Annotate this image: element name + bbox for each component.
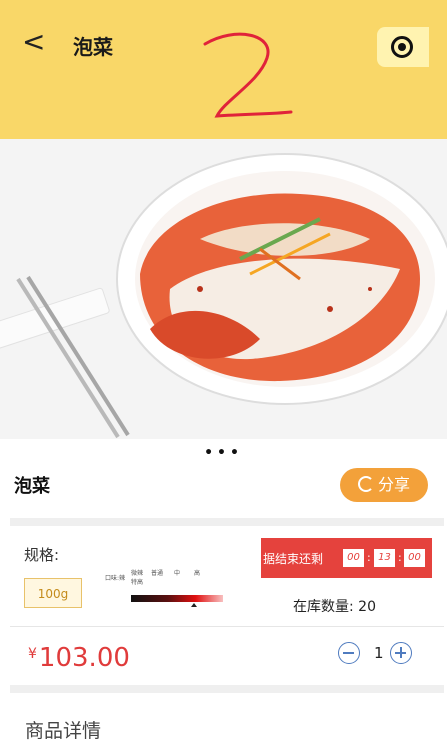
countdown-minutes: 13 [374, 549, 395, 567]
detail-section-title: 商品详情 [25, 720, 102, 742]
heat-marker [191, 603, 197, 607]
chevron-left-icon: < [22, 25, 46, 58]
minus-circle-icon[interactable] [338, 642, 360, 664]
heat-label: 中 [173, 570, 180, 577]
price-amount: 103.00 [38, 643, 130, 673]
heat-label: 特高 [130, 579, 143, 586]
heat-label: 高 [193, 570, 200, 577]
page-title: 泡菜 [73, 35, 113, 59]
product-name: 泡菜 [14, 476, 50, 497]
spec-option-100g[interactable]: 100g [24, 578, 82, 608]
heat-label: 普通 [150, 570, 163, 577]
scan-button[interactable] [377, 27, 429, 67]
spice-level-scale: 口味:辣 微辣 普通 中 高特高 [105, 568, 225, 612]
price-currency: ¥ [28, 646, 37, 662]
countdown-hours: 00 [343, 549, 364, 567]
refresh-share-icon [357, 476, 374, 492]
stock-info: 在库数量: 20 [293, 596, 376, 616]
share-button[interactable]: 分享 [340, 468, 428, 502]
divider [10, 685, 444, 693]
quantity-value: 1 [374, 644, 384, 662]
spec-label: 规格: [24, 546, 60, 564]
plus-circle-icon[interactable] [390, 642, 412, 664]
back-button[interactable]: < [22, 28, 45, 56]
spice-side-label: 口味:辣 [105, 575, 126, 582]
countdown-banner: 据结束还剩 00 : 13 : 00 [261, 538, 432, 578]
price: ¥103.00 [28, 643, 130, 673]
carousel-indicator: ••• [204, 445, 243, 461]
heat-label: 微辣 [130, 570, 143, 577]
divider [10, 518, 444, 526]
countdown-label: 据结束还剩 [263, 552, 324, 566]
handwritten-annotation [203, 32, 293, 118]
top-header: < 泡菜 [0, 0, 447, 139]
countdown-seconds: 00 [404, 549, 425, 567]
stock-label: 在库数量: [293, 599, 354, 615]
share-label: 分享 [377, 475, 410, 494]
heat-gradient-bar [131, 595, 223, 602]
stock-value: 20 [358, 599, 376, 615]
divider [10, 626, 444, 627]
product-image [0, 139, 447, 439]
